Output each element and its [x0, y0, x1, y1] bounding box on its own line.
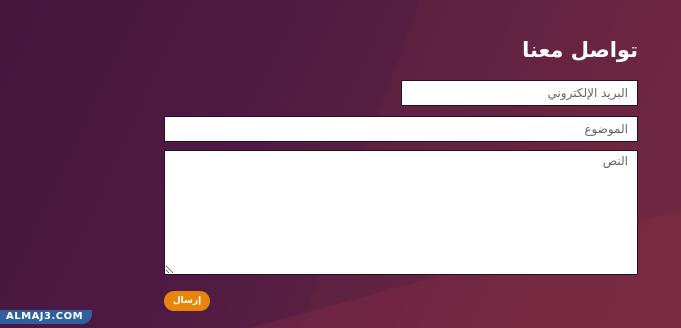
site-logo: ALMAJ3.COM: [0, 310, 92, 326]
send-button[interactable]: إرسال: [164, 291, 210, 311]
message-textarea[interactable]: [164, 150, 638, 275]
page-title: تواصل معنا: [522, 38, 638, 62]
subject-field[interactable]: [164, 116, 638, 142]
logo-text: ALMAJ3.COM: [6, 311, 84, 322]
contact-page: تواصل معنا إرسال ALMAJ3.COM: [0, 0, 681, 328]
email-field[interactable]: [401, 80, 638, 106]
